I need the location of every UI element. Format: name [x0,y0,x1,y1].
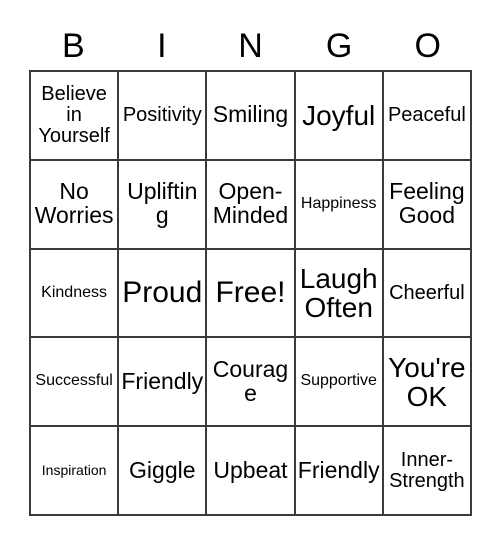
bingo-cell-label: You're OK [388,351,466,412]
bingo-cell-r1c2[interactable]: Positivity [119,72,208,161]
bingo-cell-r4c1[interactable]: Successful [31,338,120,428]
bingo-cell-r4c2[interactable]: Friendly [119,338,208,428]
bingo-cell-r5c1[interactable]: Inspiration [31,427,120,516]
bingo-cell-r3c5[interactable]: Cheerful [383,249,472,339]
bingo-cell-r1c1[interactable]: Believe in Yourself [31,72,120,161]
bingo-cell-label: Successful [35,372,113,390]
bingo-cell-label: Smiling [212,101,289,128]
bingo-cell-label: Upbeat [213,456,288,483]
bingo-header-letter-b: B [61,27,85,65]
bingo-cell-label: Inspiration [41,462,107,479]
bingo-cell-label: Believe in Yourself [38,83,110,147]
bingo-cell-r5c2[interactable]: Giggle [119,427,208,516]
bingo-cell-label: Open-Minded [212,178,289,229]
bingo-cell-r3c3[interactable]: Free! [207,249,296,339]
bingo-grid: Believe in Yourself Positivity Smiling J… [29,70,472,516]
bingo-cell-label: Giggle [129,456,196,483]
bingo-cell-label: Laugh Often [299,262,378,323]
bingo-cell-r1c3[interactable]: Smiling [207,72,296,161]
bingo-cell-label: Friendly [297,456,380,483]
bingo-cell-label: Feeling Good [389,178,465,229]
bingo-cell-label: Supportive [300,372,377,390]
bingo-cell-r5c4[interactable]: Friendly [295,427,384,516]
bingo-cell-label: Friendly [121,367,204,394]
bingo-cell-r2c5[interactable]: Feeling Good [383,160,472,250]
bingo-cell-r1c5[interactable]: Peaceful [383,72,472,161]
bingo-cell-r1c4[interactable]: Joyful [295,72,384,161]
bingo-cell-r2c2[interactable]: Uplifting [119,160,208,250]
bingo-cell-r5c5[interactable]: Inner-Strength [383,427,472,516]
bingo-cell-r3c2[interactable]: Proud [119,249,208,339]
bingo-cell-label: Kindness [41,283,107,301]
bingo-header: B I N G O [29,22,472,70]
bingo-cell-label: Inner-Strength [389,448,465,492]
bingo-cell-r4c5[interactable]: You're OK [383,338,472,428]
bingo-cell-label: Happiness [300,194,377,212]
bingo-cell-label: Free! [215,276,286,310]
bingo-cell-label: Cheerful [389,281,465,304]
bingo-header-letter-o: O [414,27,441,65]
bingo-cell-label: Uplifting [127,178,198,229]
bingo-card: B I N G O Believe in Yourself Positivity… [0,0,500,544]
bingo-header-letter-i: I [157,27,167,65]
bingo-cell-r4c3[interactable]: Courage [207,338,296,428]
bingo-cell-r2c4[interactable]: Happiness [295,160,384,250]
bingo-cell-label: Positivity [122,104,202,126]
bingo-cell-label: Proud [122,276,203,310]
bingo-cell-r3c1[interactable]: Kindness [31,249,120,339]
bingo-cell-label: Joyful [302,99,376,131]
bingo-cell-label: Courage [212,355,289,406]
bingo-cell-r3c4[interactable]: Laugh Often [295,249,384,339]
bingo-cell-r2c1[interactable]: No Worries [31,160,120,250]
bingo-cell-r4c4[interactable]: Supportive [295,338,384,428]
bingo-cell-label: No Worries [34,178,114,229]
bingo-cell-r5c3[interactable]: Upbeat [207,427,296,516]
bingo-cell-label: Peaceful [387,104,466,126]
bingo-header-letter-g: G [325,27,353,65]
bingo-header-letter-n: N [238,27,263,65]
bingo-cell-r2c3[interactable]: Open-Minded [207,160,296,250]
